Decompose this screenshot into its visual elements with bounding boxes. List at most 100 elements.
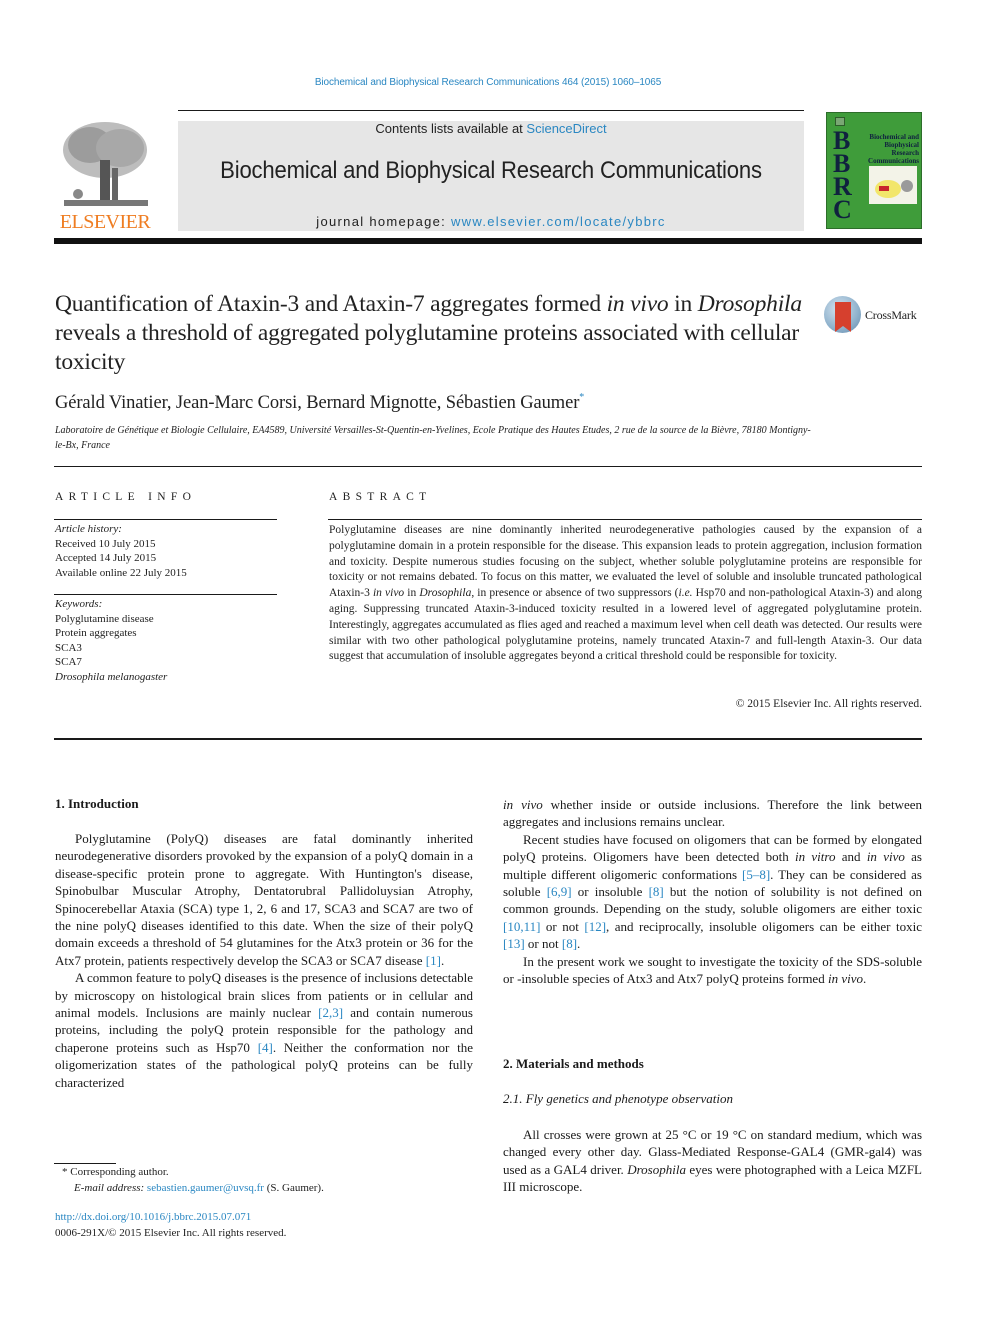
title-italic: in vivo [606,291,669,317]
keyword-item: Polyglutamine disease [55,612,154,625]
keyword-item: SCA7 [55,656,82,668]
homepage-prefix: journal homepage: [316,214,451,229]
paragraph: A common feature to polyQ diseases is th… [55,969,473,1091]
cover-title-line: Biochemical and [869,133,919,141]
article-title: Quantification of Ataxin-3 and Ataxin-7 … [55,290,815,377]
paragraph: Polyglutamine (PolyQ) diseases are fatal… [55,830,473,969]
email-line: E-mail address: sebastien.gaumer@uvsq.fr… [62,1181,324,1197]
elsevier-tree-icon [63,122,148,206]
contents-line: Contents lists available at ScienceDirec… [178,121,804,136]
cover-letter: C [833,195,852,224]
text-span: or insoluble [571,884,649,900]
crossmark-ribbon-icon [835,302,851,332]
keyword-item: Drosophila melanogaster [55,670,168,683]
cover-title-line: Research [891,149,919,157]
history-item: Available online 22 July 2015 [55,566,187,579]
abstract-span: , in presence or absence of two suppress… [471,587,679,600]
abstract-heading: ABSTRACT [329,491,432,503]
keywords-rule [54,594,277,595]
elsevier-logo[interactable]: ELSEVIER [54,120,156,232]
doi-block: http://dx.doi.org/10.1016/j.bbrc.2015.07… [55,1210,286,1241]
keywords: Keywords: Polyglutamine disease Protein … [55,597,167,684]
text-span: , and reciprocally, insoluble oligomers … [606,918,922,934]
article-info-heading: ARTICLE INFO [55,491,197,503]
sciencedirect-link[interactable]: ScienceDirect [526,121,606,136]
keyword-item: SCA3 [55,641,82,654]
keywords-label: Keywords: [55,598,103,610]
introduction-text: Polyglutamine (PolyQ) diseases are fatal… [55,830,473,1091]
author-list: Gérald Vinatier, Jean-Marc Corsi, Bernar… [55,392,584,414]
footnote-rule [54,1163,116,1164]
italic-span: in vivo [827,971,863,987]
history-item: Received 10 July 2015 [55,537,156,550]
journal-cover[interactable]: B B R C Biochemical and Biophysical Rese… [826,112,922,229]
abstract-italic: i.e. [678,587,693,600]
fly-genetics-heading: 2.1. Fly genetics and phenotype observat… [503,1091,733,1106]
history-label: Article history: [55,523,122,535]
crossmark-label: CrossMark [865,308,917,322]
abstract-span: in [404,587,420,600]
crossmark-badge[interactable]: CrossMark [824,296,924,336]
paragraph: in vivo whether inside or outside inclus… [503,796,922,831]
abstract-copyright: © 2015 Elsevier Inc. All rights reserved… [735,698,922,710]
text-span: or not [540,918,585,934]
text-span: whether inside or outside inclusions. Th… [503,797,922,830]
email-label: E-mail address: [74,1181,145,1194]
introduction-heading: 1. Introduction [55,796,139,811]
keyword-item: Protein aggregates [55,627,137,639]
fly-genetics-text: All crosses were grown at 25 °C or 19 °C… [503,1126,922,1196]
italic-span: Drosophila [627,1161,686,1177]
issn-line: 0006-291X/© 2015 Elsevier Inc. All right… [55,1226,287,1239]
cover-red-shape [879,186,889,191]
reference-link[interactable]: [5–8] [742,867,770,882]
text-span: or not [524,936,562,952]
cover-title: Biochemical and Biophysical Research Com… [863,133,919,165]
methods-heading: 2. Materials and methods [503,1056,644,1071]
article-history: Article history: Received 10 July 2015 A… [55,522,187,580]
reference-link[interactable]: [2,3] [318,1005,343,1020]
reference-link[interactable]: [10,11] [503,919,540,934]
affiliation: Laboratoire de Génétique et Biologie Cel… [55,425,811,451]
abstract-bottom-rule [54,738,922,740]
reference-link[interactable]: [6,9] [547,884,572,899]
email-link[interactable]: sebastien.gaumer@uvsq.fr [147,1182,264,1194]
reference-link[interactable]: [8] [649,884,664,899]
homepage-link[interactable]: www.elsevier.com/locate/ybbrc [451,214,666,229]
introduction-continued: in vivo whether inside or outside inclus… [503,796,922,987]
crossmark-icon [824,296,861,333]
authors-text: Gérald Vinatier, Jean-Marc Corsi, Bernar… [55,393,580,413]
italic-span: in vivo [503,797,543,812]
journal-banner: Contents lists available at ScienceDirec… [178,121,804,231]
title-italic: Drosophila [697,291,802,317]
italic-span: in vivo [866,849,905,865]
reference-link[interactable]: [1] [426,953,441,968]
paragraph: In the present work we sought to investi… [503,953,922,988]
email-suffix: (S. Gaumer). [263,1181,324,1194]
text-span: . [577,936,581,952]
abstract-italic: in vivo [372,587,405,600]
corresponding-author-mark[interactable]: * [579,392,584,403]
corresponding-author-note: * Corresponding author. [62,1165,324,1181]
doi-link[interactable]: http://dx.doi.org/10.1016/j.bbrc.2015.07… [55,1211,251,1223]
abstract-italic: Drosophila [419,587,472,600]
contents-prefix: Contents lists available at [375,121,527,136]
header-thick-rule [54,238,922,244]
abstract-rule [328,519,922,520]
cover-gray-shape [901,180,913,192]
reference-link[interactable]: [8] [562,936,577,951]
title-text: Quantification of Ataxin-3 and Ataxin-7 … [55,291,607,317]
homepage-line: journal homepage: www.elsevier.com/locat… [178,214,804,229]
reference-link[interactable]: [12] [584,919,606,934]
elsevier-wordmark: ELSEVIER [59,211,151,233]
title-rule [54,466,922,467]
title-text: reveals a threshold of aggregated polygl… [55,320,800,375]
text-span: . [862,971,867,987]
reference-link[interactable]: [4] [258,1040,273,1055]
paragraph: All crosses were grown at 25 °C or 19 °C… [503,1126,922,1196]
title-text: in [668,291,698,317]
journal-citation[interactable]: Biochemical and Biophysical Research Com… [0,77,976,88]
reference-link[interactable]: [13] [503,936,525,951]
cover-title-line: Communications [868,157,919,165]
header-rule [178,110,804,111]
paragraph: Recent studies have focused on oligomers… [503,831,922,953]
